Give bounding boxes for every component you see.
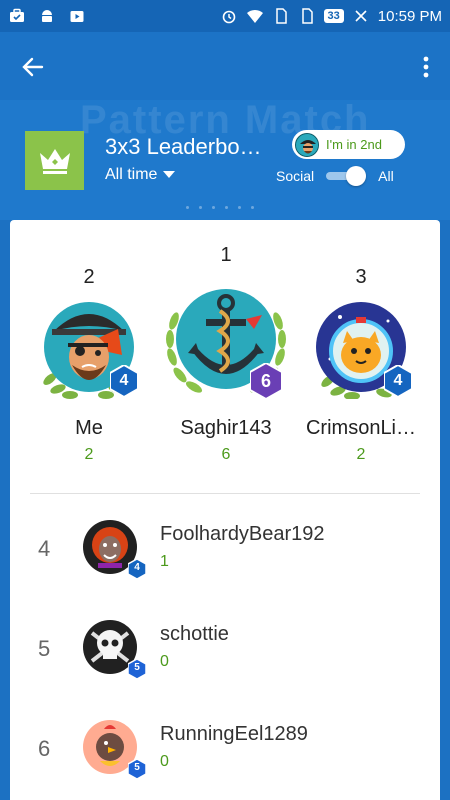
podium-rank: 3 xyxy=(355,266,367,288)
dropdown-arrow-icon xyxy=(163,171,176,178)
briefcase-icon xyxy=(8,7,26,25)
time-filter-dropdown[interactable]: All time xyxy=(105,166,176,184)
leaderboard-row[interactable]: 4 4 FoolhardyBear192 1 xyxy=(10,505,440,605)
podium-name: Saghir143 xyxy=(180,417,272,439)
row-score: 0 xyxy=(160,753,169,770)
android-icon xyxy=(38,7,56,25)
arrow-left-icon xyxy=(22,57,44,77)
back-button[interactable] xyxy=(18,52,48,82)
podium-score: 2 xyxy=(356,446,366,463)
status-bar: 33 10:59 PM xyxy=(0,0,450,32)
toggle-social-label: Social xyxy=(276,168,315,184)
podium-first[interactable]: 1 6 Saghir143 6 xyxy=(158,244,294,464)
podium-name: Me xyxy=(75,417,103,439)
row-score: 1 xyxy=(160,553,169,570)
divider xyxy=(30,493,420,494)
row-name: FoolhardyBear192 xyxy=(160,523,325,545)
avatar: 4 xyxy=(300,299,422,400)
level-badge: 4 xyxy=(110,365,138,397)
podium-rank: 1 xyxy=(220,244,232,266)
my-rank-pill[interactable]: I'm in 2nd xyxy=(292,130,405,159)
row-rank: 5 xyxy=(38,636,51,661)
podium: 2 4 Me 2 1 6 Saghir143 6 3 4 CrimsonLi… … xyxy=(10,220,440,490)
podium-third[interactable]: 3 4 CrimsonLi… 2 xyxy=(300,266,422,464)
battery-level: 33 xyxy=(323,9,344,23)
overflow-menu-button[interactable] xyxy=(416,52,436,82)
leaderboard-row[interactable]: 5 5 schottie 0 xyxy=(10,605,440,705)
sim-icon xyxy=(298,7,316,25)
app-bar xyxy=(0,32,450,100)
leaderboard-header: Pattern Match 3x3 Leaderbo… All time I'm… xyxy=(0,98,450,220)
leaderboard-badge xyxy=(25,131,84,190)
wifi-icon xyxy=(246,7,264,25)
leaderboard-card: 2 4 Me 2 1 6 Saghir143 6 3 4 CrimsonLi… … xyxy=(10,220,440,800)
level-badge: 5 xyxy=(128,759,146,779)
avatar: 6 xyxy=(158,281,294,403)
my-rank-text: I'm in 2nd xyxy=(326,137,382,152)
toggle-all-label: All xyxy=(378,168,394,184)
social-all-switch[interactable] xyxy=(326,166,367,186)
level-badge: 6 xyxy=(250,363,282,399)
podium-score: 2 xyxy=(84,446,94,463)
play-store-icon xyxy=(68,7,86,25)
row-avatar: 5 xyxy=(82,619,146,679)
time-filter-label: All time xyxy=(105,166,158,183)
avatar: 4 xyxy=(32,299,146,399)
page-indicator xyxy=(186,206,254,209)
podium-rank: 2 xyxy=(83,266,95,288)
podium-second[interactable]: 2 4 Me 2 xyxy=(32,266,146,464)
crown-icon xyxy=(39,148,70,174)
row-avatar: 4 xyxy=(82,519,146,579)
level-badge: 4 xyxy=(128,559,146,579)
level-badge: 4 xyxy=(384,365,412,397)
row-score: 0 xyxy=(160,653,169,670)
row-name: schottie xyxy=(160,623,229,645)
signal-off-icon xyxy=(352,7,370,25)
social-all-toggle-row: Social All xyxy=(276,166,394,186)
sim-icon xyxy=(272,7,290,25)
more-vert-icon xyxy=(423,56,429,78)
row-rank: 6 xyxy=(38,736,51,761)
level-badge: 5 xyxy=(128,659,146,679)
alarm-icon xyxy=(220,7,238,25)
leaderboard-row[interactable]: 6 5 RunningEel1289 0 xyxy=(10,705,440,800)
leaderboard-title: 3x3 Leaderbo… xyxy=(105,134,262,159)
clock-time: 10:59 PM xyxy=(377,7,442,25)
row-rank: 4 xyxy=(38,536,51,561)
my-avatar-mini xyxy=(295,132,319,157)
row-name: RunningEel1289 xyxy=(160,723,308,745)
row-avatar: 5 xyxy=(82,719,146,779)
podium-name: CrimsonLi… xyxy=(305,417,417,439)
podium-score: 6 xyxy=(221,446,231,463)
